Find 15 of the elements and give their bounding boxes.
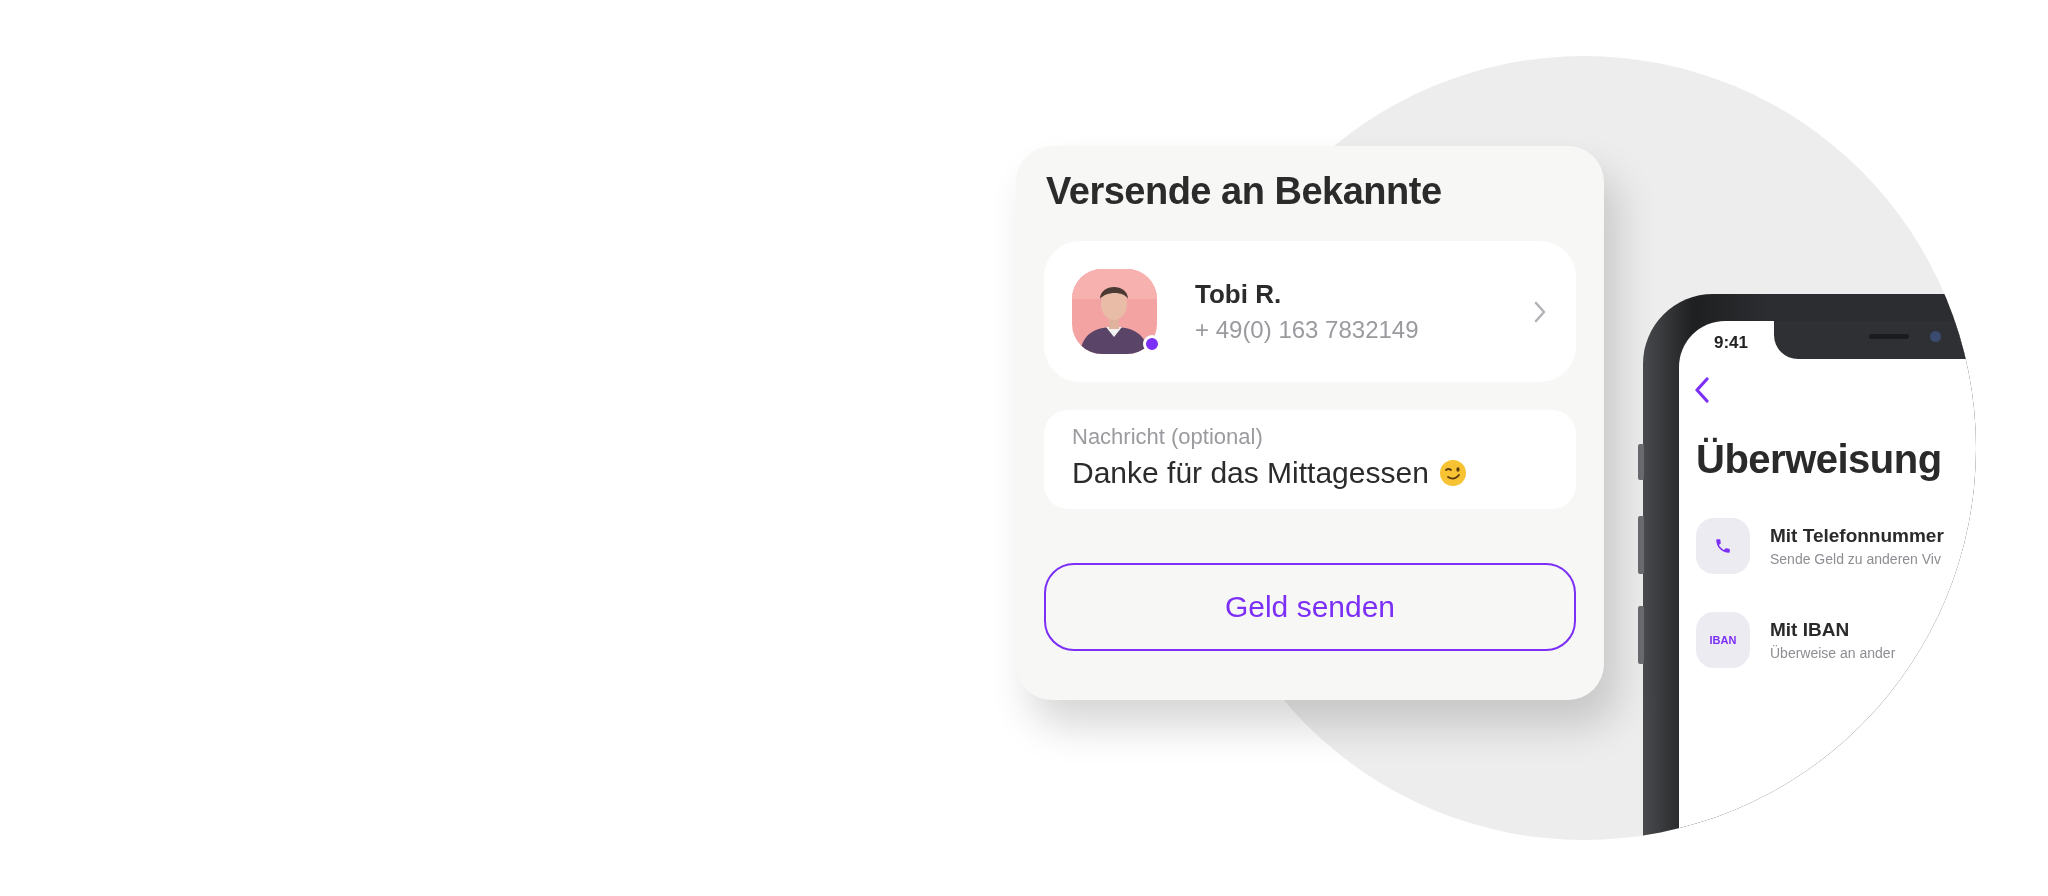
message-label: Nachricht (optional) — [1072, 424, 1264, 450]
contact-name: Tobi R. — [1195, 279, 1283, 310]
option-title[interactable]: Mit IBAN — [1770, 619, 1896, 641]
card-title: Versende an Bekannte — [1046, 170, 1443, 213]
status-time: 9:41 — [1714, 333, 1749, 354]
send-money-button[interactable]: Geld senden — [1044, 563, 1576, 651]
option-subtitle: Sende Geld zu anderen Viv — [1770, 551, 1942, 567]
option-title[interactable]: Mit Telefonnummer — [1770, 525, 1944, 547]
message-field[interactable]: Nachricht (optional) Danke für das Mittagessen — [1044, 410, 1576, 509]
option-subtitle: Überweise an ander — [1770, 645, 1896, 661]
iban-label: IBAN — [1709, 634, 1737, 646]
screen-title: Überweisung — [1696, 437, 1943, 482]
message-value: Danke für das Mittagessen — [1072, 456, 1429, 490]
contact-card[interactable]: Tobi R. + 49(0) 163 7832149 — [1044, 241, 1576, 382]
contact-phone: + 49(0) 163 7832149 — [1195, 316, 1420, 344]
